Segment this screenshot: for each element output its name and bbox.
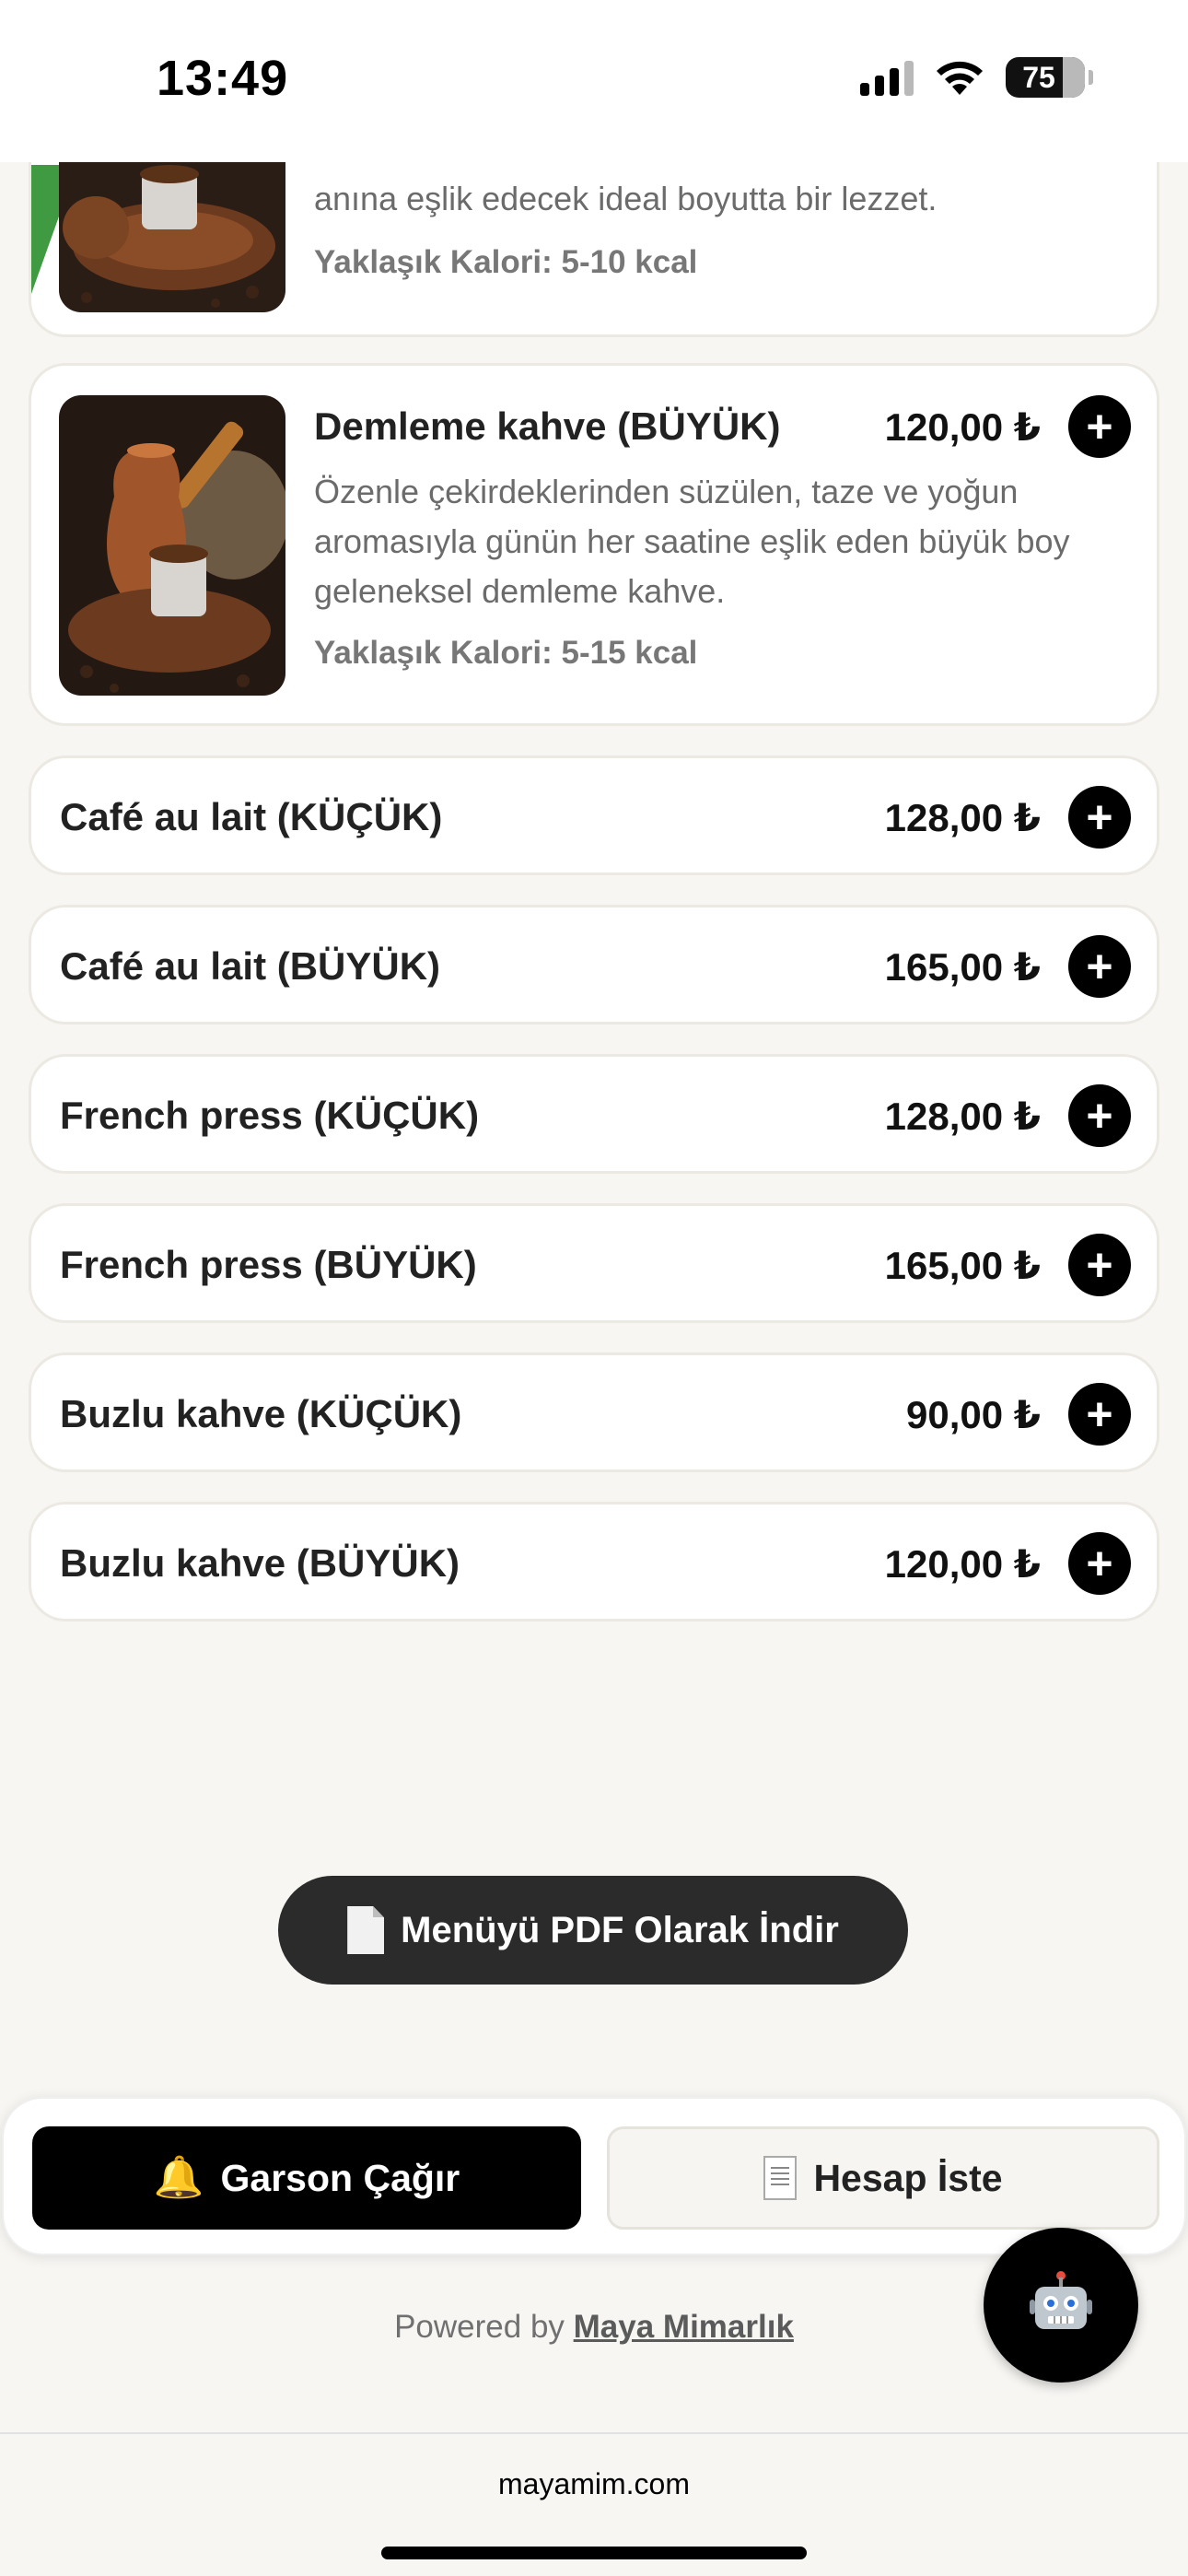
add-to-cart-button[interactable]: + (1068, 1383, 1131, 1446)
menu-item-card[interactable]: Demleme kahve (BÜYÜK) 120,00 ₺ + Özenle … (29, 363, 1159, 726)
status-icons: 75 (860, 57, 1093, 98)
item-price: 120,00 ₺ (884, 405, 1041, 449)
item-price: 90,00 ₺ (906, 1393, 1041, 1436)
item-calories: Yaklaşık Kalori: 5-10 kcal (314, 244, 698, 280)
item-title: Buzlu kahve (BÜYÜK) (60, 1541, 460, 1585)
item-description: anına eşlik edecek ideal boyutta bir lez… (314, 180, 938, 217)
item-description: Özenle çekirdeklerinden süzülen, taze ve… (314, 473, 1070, 610)
menu-item-row[interactable]: Café au lait (KÜÇÜK) 128,00 ₺ + (29, 755, 1159, 875)
menu-item-row[interactable]: French press (KÜÇÜK) 128,00 ₺ + (29, 1054, 1159, 1174)
home-indicator[interactable] (381, 2547, 807, 2559)
item-title: Café au lait (KÜÇÜK) (60, 795, 443, 838)
item-title: Café au lait (BÜYÜK) (60, 944, 441, 988)
coffee-image (59, 395, 285, 696)
menu-item-row[interactable]: Café au lait (BÜYÜK) 165,00 ₺ + (29, 905, 1159, 1025)
call-waiter-label: Garson Çağır (220, 2156, 460, 2199)
powered-by-link[interactable]: Maya Mimarlık (574, 2309, 794, 2345)
add-to-cart-button[interactable]: + (1068, 935, 1131, 998)
item-title: Buzlu kahve (KÜÇÜK) (60, 1392, 462, 1435)
browser-address-bar: mayamim.com (0, 2432, 1188, 2576)
item-price: 165,00 ₺ (884, 1244, 1041, 1287)
item-price: 128,00 ₺ (884, 1095, 1041, 1138)
item-price: 165,00 ₺ (884, 945, 1041, 989)
menu-item-row[interactable]: Buzlu kahve (KÜÇÜK) 90,00 ₺ + (29, 1352, 1159, 1472)
call-waiter-button[interactable]: 🔔 Garson Çağır (32, 2126, 581, 2230)
item-calories: Yaklaşık Kalori: 5-15 kcal (314, 635, 698, 671)
bottom-action-bar: 🔔 Garson Çağır Hesap İste (2, 2097, 1186, 2255)
item-title: French press (KÜÇÜK) (60, 1094, 480, 1137)
status-time: 13:49 (157, 51, 289, 106)
bell-icon: 🔔 (153, 2155, 204, 2200)
status-bar: 13:49 75 (0, 0, 1188, 162)
powered-prefix: Powered by (394, 2309, 565, 2345)
item-title: Demleme kahve (BÜYÜK) (314, 404, 781, 448)
download-pdf-label: Menüyü PDF Olarak İndir (401, 1909, 839, 1950)
item-price: 120,00 ₺ (884, 1542, 1041, 1586)
receipt-icon (763, 2156, 798, 2200)
add-to-cart-button[interactable]: + (1068, 1532, 1131, 1595)
download-pdf-button[interactable]: Menüyü PDF Olarak İndir (278, 1876, 908, 1985)
wifi-icon (937, 61, 983, 95)
battery-icon: 75 (1006, 57, 1093, 98)
add-to-cart-button[interactable]: + (1068, 395, 1131, 458)
request-bill-button[interactable]: Hesap İste (607, 2126, 1159, 2230)
menu-item-row[interactable]: Buzlu kahve (BÜYÜK) 120,00 ₺ + (29, 1502, 1159, 1622)
item-price: 128,00 ₺ (884, 796, 1041, 839)
url-text[interactable]: mayamim.com (0, 2467, 1188, 2501)
menu-item-row[interactable]: French press (BÜYÜK) 165,00 ₺ + (29, 1203, 1159, 1323)
add-to-cart-button[interactable]: + (1068, 1084, 1131, 1147)
add-to-cart-button[interactable]: + (1068, 1234, 1131, 1296)
chat-assistant-button[interactable] (984, 2228, 1138, 2383)
document-icon (347, 1906, 385, 1954)
cellular-signal-icon (860, 59, 914, 96)
request-bill-label: Hesap İste (813, 2156, 1003, 2199)
item-title: French press (BÜYÜK) (60, 1243, 477, 1286)
robot-icon (1030, 2271, 1092, 2329)
add-to-cart-button[interactable]: + (1068, 786, 1131, 849)
